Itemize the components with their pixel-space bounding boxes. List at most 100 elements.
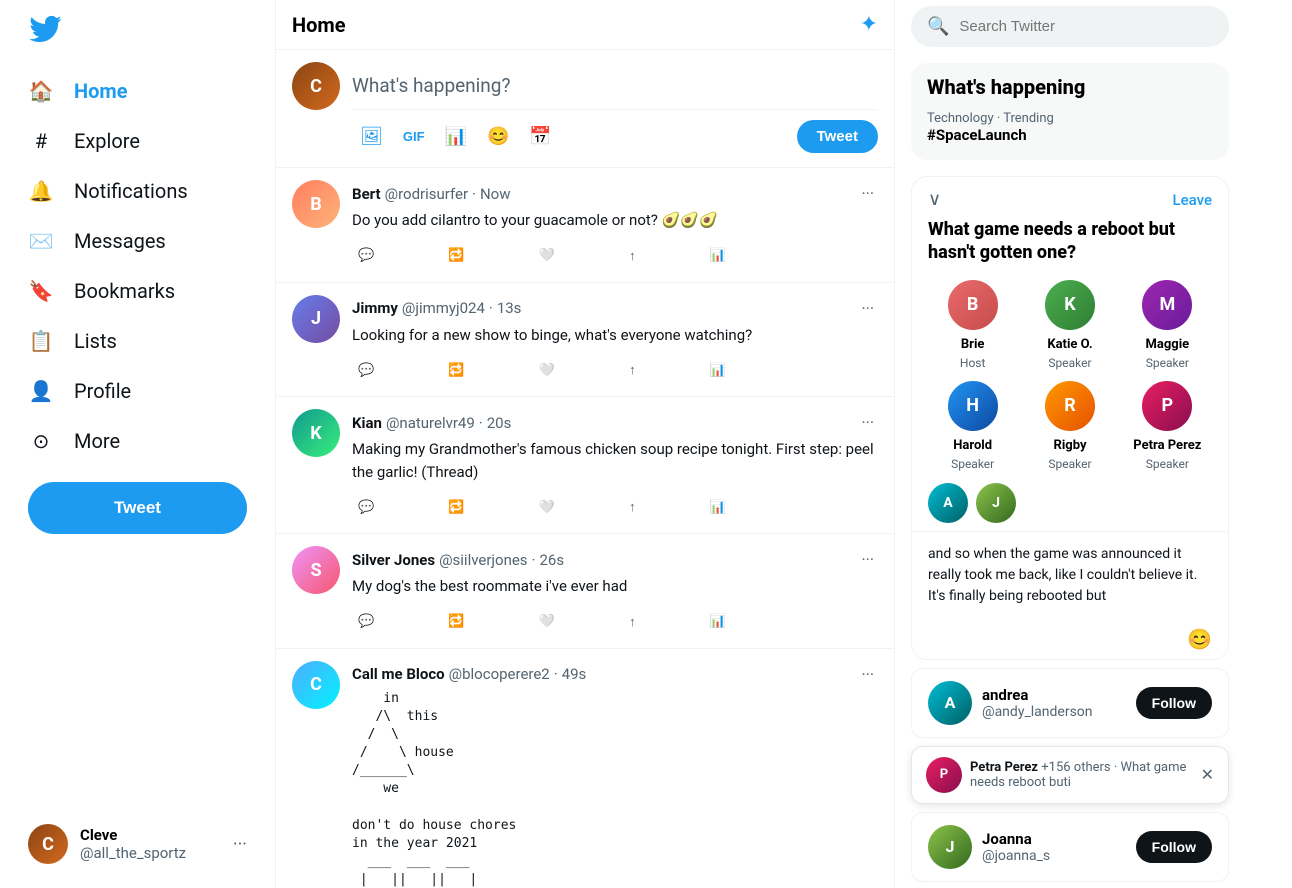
retweet-button[interactable]: 🔁 [442, 357, 470, 384]
chevron-down-icon[interactable]: ∨ [928, 189, 941, 210]
spaces-card: ∨ Leave What game needs a reboot but has… [911, 176, 1229, 660]
speaker-petra[interactable]: P Petra Perez Speaker [1123, 378, 1212, 471]
sidebar-item-home[interactable]: 🏠 Home [12, 66, 263, 116]
speaker-katie[interactable]: K Katie O. Speaker [1025, 277, 1114, 370]
compose-toolbar: 🖼 GIF 📊 😊 📅 Tweet [352, 109, 878, 155]
avatar: A [928, 681, 972, 725]
tweet-actions: 💬 🔁 🤍 ↑ 📊 [352, 493, 732, 521]
speaker-harold[interactable]: H Harold Speaker [928, 378, 1017, 471]
reply-button[interactable]: 💬 [352, 357, 380, 384]
tweet-text: Looking for a new show to binge, what's … [352, 324, 878, 347]
gif-icon[interactable]: GIF [395, 118, 433, 155]
feed-title: Home [292, 13, 346, 37]
avatar: K [1042, 277, 1098, 333]
follow-suggestion-andrea: A andrea @andy_landerson Follow [911, 668, 1229, 738]
avatar: J [292, 295, 340, 343]
emoji-react-button[interactable]: 😊 [912, 619, 1228, 659]
user-more-icon[interactable]: ··· [233, 834, 247, 855]
sidebar-item-lists[interactable]: 📋 Lists [12, 316, 263, 366]
analytics-button[interactable]: 📊 [704, 242, 732, 269]
trending-item[interactable]: Technology · Trending #SpaceLaunch [927, 111, 1213, 144]
emoji-icon[interactable]: 😊 [479, 118, 517, 155]
sparkle-icon[interactable]: ✦ [860, 12, 878, 37]
reply-button[interactable]: 💬 [352, 608, 380, 635]
like-button[interactable]: 🤍 [533, 608, 561, 635]
tweet-more-button[interactable]: ··· [857, 180, 878, 207]
twitter-logo[interactable] [12, 0, 263, 62]
spaces-transcript: and so when the game was announced it re… [912, 531, 1228, 619]
avatar: K [292, 409, 340, 457]
tweet-item[interactable]: J Jimmy @jimmyj024 · 13s ··· Looking for… [276, 283, 894, 398]
tweet-item[interactable]: B Bert @rodrisurfer · Now ··· Do you add… [276, 168, 894, 283]
sidebar-item-messages[interactable]: ✉️ Messages [12, 216, 263, 266]
like-button[interactable]: 🤍 [533, 494, 561, 521]
close-icon[interactable]: ✕ [1201, 765, 1214, 784]
avatar: M [1139, 277, 1195, 333]
avatar: P [1139, 378, 1195, 434]
follow-button[interactable]: Follow [1136, 687, 1212, 719]
tweet-text: My dog's the best roommate i've ever had [352, 575, 878, 598]
tweet-item[interactable]: C Call me Bloco @blocoperere2 · 49s ··· … [276, 649, 894, 888]
share-button[interactable]: ↑ [623, 608, 642, 636]
avatar: C [292, 661, 340, 709]
sidebar-item-more[interactable]: ⊙ More [12, 416, 263, 466]
tweet-more-button[interactable]: ··· [857, 546, 878, 573]
user-profile-card[interactable]: C Cleve @all_the_sportz ··· [12, 812, 263, 876]
tweet-more-button[interactable]: ··· [857, 661, 878, 688]
tweet-author-handle: @siilverjones [439, 551, 527, 569]
spaces-header: ∨ Leave [912, 177, 1228, 218]
follow-button[interactable]: Follow [1136, 831, 1212, 863]
spaces-leave-button[interactable]: Leave [1173, 191, 1213, 209]
notification-banner: P Petra Perez +156 others · What game ne… [911, 746, 1229, 804]
speaker-brie[interactable]: B Brie Host [928, 277, 1017, 370]
share-button[interactable]: ↑ [623, 493, 642, 521]
extra-speakers-row: A J [912, 483, 1228, 531]
tweet-time: 49s [562, 665, 587, 683]
trending-tag: #SpaceLaunch [927, 126, 1213, 144]
sidebar-item-profile[interactable]: 👤 Profile [12, 366, 263, 416]
speaker-rigby[interactable]: R Rigby Speaker [1025, 378, 1114, 471]
share-button[interactable]: ↑ [623, 242, 642, 270]
right-sidebar: 🔍 What's happening Technology · Trending… [895, 0, 1245, 888]
speaker-maggie[interactable]: M Maggie Speaker [1123, 277, 1212, 370]
sidebar: 🏠 Home # Explore 🔔 Notifications ✉️ Mess… [0, 0, 275, 888]
image-icon[interactable]: 🖼 [352, 118, 391, 155]
list-icon: 📋 [28, 328, 54, 354]
tweet-item[interactable]: S Silver Jones @siilverjones · 26s ··· M… [276, 534, 894, 649]
speakers-grid: B Brie Host K Katie O. Speaker M Maggie … [912, 277, 1228, 483]
tweet-author-name: Bert [352, 185, 381, 203]
tweet-author-handle: @naturelvr49 [386, 414, 475, 432]
tweet-actions: 💬 🔁 🤍 ↑ 📊 [352, 242, 732, 270]
retweet-button[interactable]: 🔁 [442, 494, 470, 521]
tweet-author-name: Silver Jones [352, 551, 435, 569]
tweet-more-button[interactable]: ··· [857, 409, 878, 436]
search-bar[interactable]: 🔍 [911, 6, 1229, 47]
sidebar-item-bookmarks[interactable]: 🔖 Bookmarks [12, 266, 263, 316]
tweet-item[interactable]: K Kian @naturelvr49 · 20s ··· Making my … [276, 397, 894, 534]
tweet-more-button[interactable]: ··· [857, 295, 878, 322]
sidebar-item-explore[interactable]: # Explore [12, 116, 263, 166]
like-button[interactable]: 🤍 [533, 242, 561, 269]
reply-button[interactable]: 💬 [352, 242, 380, 269]
analytics-button[interactable]: 📊 [704, 608, 732, 635]
whats-happening-section: What's happening Technology · Trending #… [911, 63, 1229, 160]
mail-icon: ✉️ [28, 228, 54, 254]
explore-icon: # [28, 128, 54, 154]
post-tweet-button[interactable]: Tweet [797, 120, 878, 153]
tweet-author-handle: @blocoperere2 [449, 665, 550, 683]
share-button[interactable]: ↑ [623, 356, 642, 384]
schedule-icon[interactable]: 📅 [521, 118, 559, 155]
retweet-button[interactable]: 🔁 [442, 608, 470, 635]
avatar: J [976, 483, 1016, 523]
retweet-button[interactable]: 🔁 [442, 242, 470, 269]
like-button[interactable]: 🤍 [533, 357, 561, 384]
compose-placeholder[interactable]: What's happening? [352, 62, 878, 109]
search-input[interactable] [959, 18, 1213, 35]
analytics-button[interactable]: 📊 [704, 357, 732, 384]
tweet-button[interactable]: Tweet [28, 482, 247, 534]
poll-icon[interactable]: 📊 [437, 118, 475, 155]
analytics-button[interactable]: 📊 [704, 494, 732, 521]
sidebar-item-notifications[interactable]: 🔔 Notifications [12, 166, 263, 216]
reply-button[interactable]: 💬 [352, 494, 380, 521]
avatar: P [926, 757, 962, 793]
